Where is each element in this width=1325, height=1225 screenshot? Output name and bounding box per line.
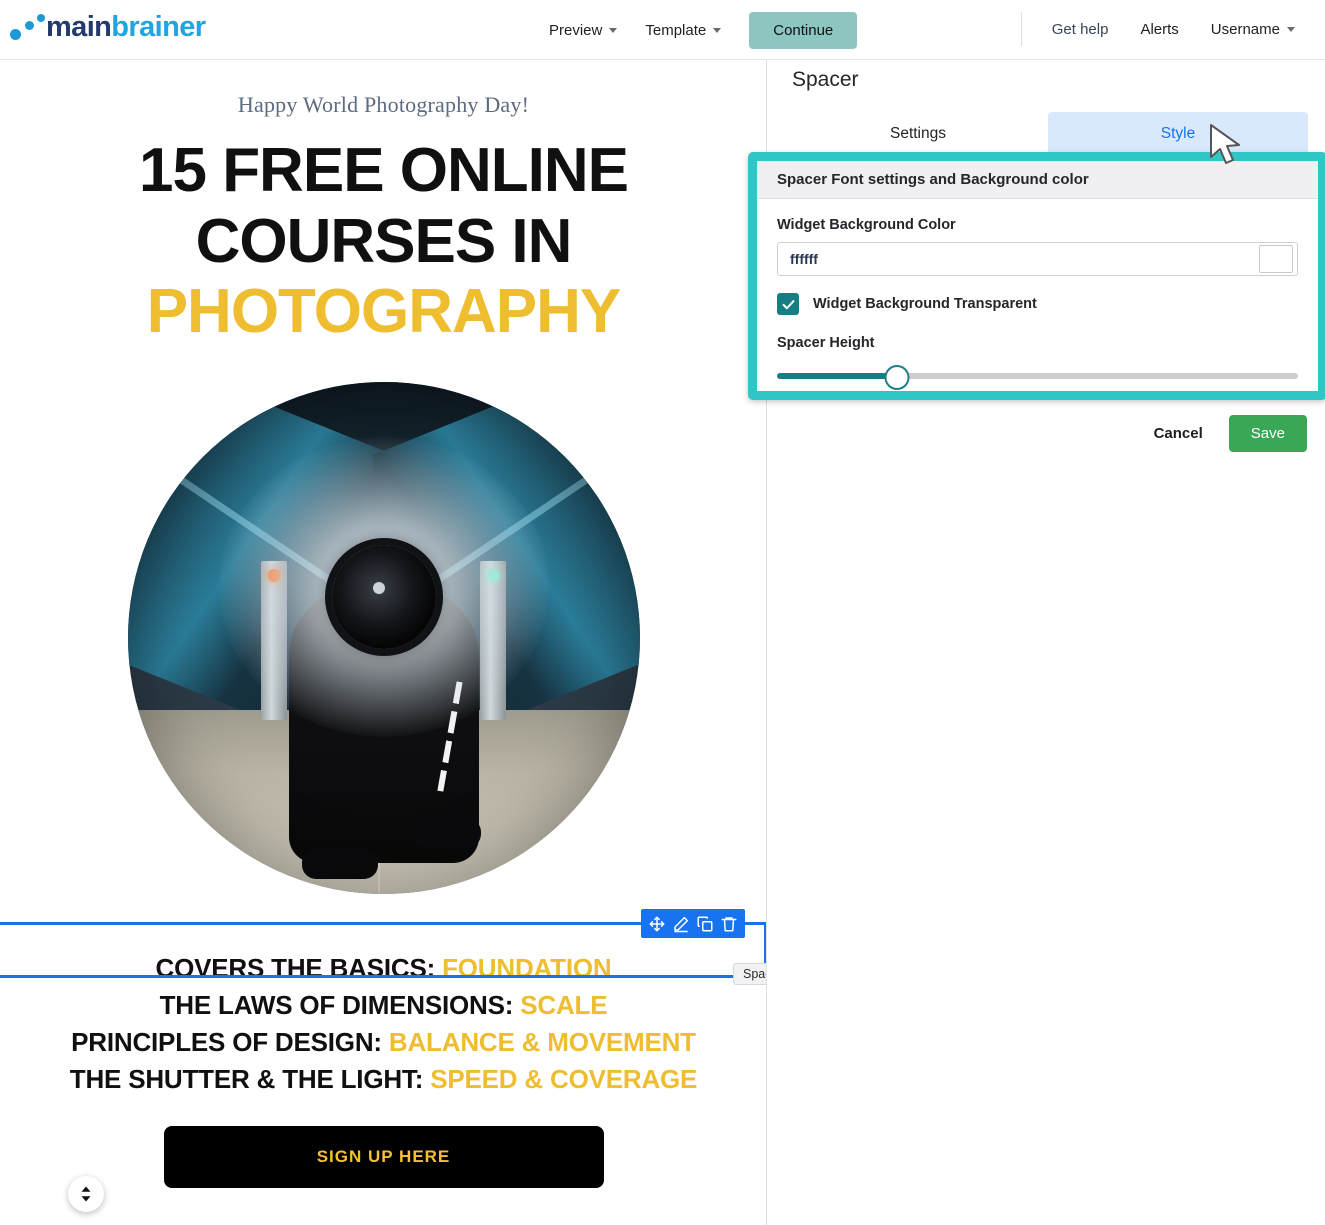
continue-button[interactable]: Continue <box>749 12 858 49</box>
spacer-height-slider[interactable] <box>777 365 1298 390</box>
email-canvas[interactable]: Happy World Photography Day! 15 FREE ONL… <box>0 60 767 1225</box>
vertical-resize-handle[interactable] <box>68 1176 104 1212</box>
slider-thumb[interactable] <box>884 365 910 390</box>
bullet-gold-text: FOUNDATION <box>442 953 612 984</box>
bullet-dark-text: PRINCIPLES OF DESIGN: <box>71 1026 382 1057</box>
logo-text-main: main <box>46 11 112 43</box>
save-button[interactable]: Save <box>1228 415 1307 452</box>
email-headline[interactable]: 15 FREE ONLINE COURSES IN PHOTOGRAPHY <box>0 136 766 348</box>
move-icon[interactable] <box>648 915 666 933</box>
bullet-row: THE LAWS OF DIMENSIONS: SCALE <box>40 987 727 1024</box>
tab-style[interactable]: Style <box>1048 112 1308 156</box>
duplicate-icon[interactable] <box>696 915 714 933</box>
widget-background-color-field[interactable]: ffffff <box>777 242 1298 276</box>
card-body: Widget Background Color ffffff Widget Ba… <box>757 199 1318 390</box>
nav-username-dropdown[interactable]: Username <box>1195 13 1311 46</box>
bullet-dark-text: THE LAWS OF DIMENSIONS: <box>159 989 514 1020</box>
trash-icon[interactable] <box>720 915 738 933</box>
widget-background-transparent-row[interactable]: Widget Background Transparent <box>777 293 1298 315</box>
chevron-down-icon <box>713 28 722 33</box>
nav-divider <box>1020 12 1022 46</box>
nav-alerts-link[interactable]: Alerts <box>1124 13 1194 46</box>
email-body: Happy World Photography Day! 15 FREE ONL… <box>0 60 766 1188</box>
checkmark-icon <box>782 299 794 309</box>
logo-dots-icon <box>10 12 45 42</box>
widget-background-color-label: Widget Background Color <box>777 217 956 233</box>
cancel-button[interactable]: Cancel <box>1142 415 1215 452</box>
photographer-photo <box>127 382 640 895</box>
bullet-gold-text: BALANCE & MOVEMENT <box>388 1026 696 1057</box>
nav-preview-dropdown[interactable]: Preview <box>535 14 631 47</box>
edit-pencil-icon[interactable] <box>672 915 690 933</box>
widget-type-label: Spacer <box>733 963 766 985</box>
nav-preview-label: Preview <box>549 22 603 39</box>
nav-template-dropdown[interactable]: Template <box>631 14 735 47</box>
headline-line-2: COURSES IN <box>195 206 573 276</box>
top-navigation-bar: mainbrainer Preview Template Continue Ge… <box>0 0 1325 60</box>
widget-background-transparent-label: Widget Background Transparent <box>813 296 1037 312</box>
bullet-row: THE SHUTTER & THE LIGHT: SPEED & COVERAG… <box>40 1061 727 1098</box>
sign-up-here-button[interactable]: SIGN UP HERE <box>163 1125 604 1188</box>
chevron-down-icon <box>609 28 618 33</box>
headline-line-3: PHOTOGRAPHY <box>146 277 622 347</box>
slider-fill <box>777 373 897 379</box>
tab-settings[interactable]: Settings <box>788 112 1048 156</box>
bullet-dark-text: COVERS THE BASICS: <box>155 953 436 984</box>
email-cta-wrapper: SIGN UP HERE <box>0 1125 766 1188</box>
bullet-gold-text: SPEED & COVERAGE <box>430 1063 698 1094</box>
widget-background-transparent-checkbox[interactable] <box>777 293 799 315</box>
spacer-height-label: Spacer Height <box>777 335 875 351</box>
email-bullet-list[interactable]: COVERS THE BASICS: FOUNDATION THE LAWS O… <box>0 950 766 1098</box>
nav-template-label: Template <box>645 22 707 39</box>
widget-action-toolbar[interactable] <box>641 909 745 938</box>
nav-center-group: Preview Template Continue <box>535 12 858 49</box>
panel-tabs: Settings Style <box>788 112 1308 156</box>
nav-get-help-link[interactable]: Get help <box>1036 13 1125 46</box>
up-down-arrows-icon <box>81 1186 91 1202</box>
style-settings-card: Spacer Font settings and Background colo… <box>757 161 1318 391</box>
nav-right-group: Get help Alerts Username <box>1020 12 1311 46</box>
logo-text-brainer: brainer <box>111 11 206 43</box>
headline-line-1: 15 FREE ONLINE <box>139 136 629 205</box>
panel-title: Spacer <box>792 68 859 91</box>
nav-username-label: Username <box>1210 20 1280 38</box>
bullet-gold-text: SCALE <box>520 989 608 1020</box>
mainbrainer-logo[interactable]: mainbrainer <box>10 11 206 43</box>
color-swatch-button[interactable] <box>1259 245 1293 273</box>
email-hero-image[interactable] <box>127 382 640 895</box>
bullet-row: COVERS THE BASICS: FOUNDATION <box>40 950 727 987</box>
bullet-row: PRINCIPLES OF DESIGN: BALANCE & MOVEMENT <box>40 1024 727 1061</box>
widget-background-color-value[interactable]: ffffff <box>778 251 1259 267</box>
style-settings-highlight-box: Spacer Font settings and Background colo… <box>748 152 1325 400</box>
email-kicker-text[interactable]: Happy World Photography Day! <box>0 92 766 118</box>
logo-wordmark: mainbrainer <box>46 11 206 43</box>
panel-action-buttons: Cancel Save <box>1142 415 1307 452</box>
chevron-down-icon <box>1287 26 1295 32</box>
card-header-title: Spacer Font settings and Background colo… <box>757 161 1318 199</box>
widget-settings-panel: Spacer Settings Style Spacer Font settin… <box>748 60 1325 1225</box>
app-root: mainbrainer Preview Template Continue Ge… <box>0 0 1325 1225</box>
bullet-dark-text: THE SHUTTER & THE LIGHT: <box>69 1063 424 1094</box>
